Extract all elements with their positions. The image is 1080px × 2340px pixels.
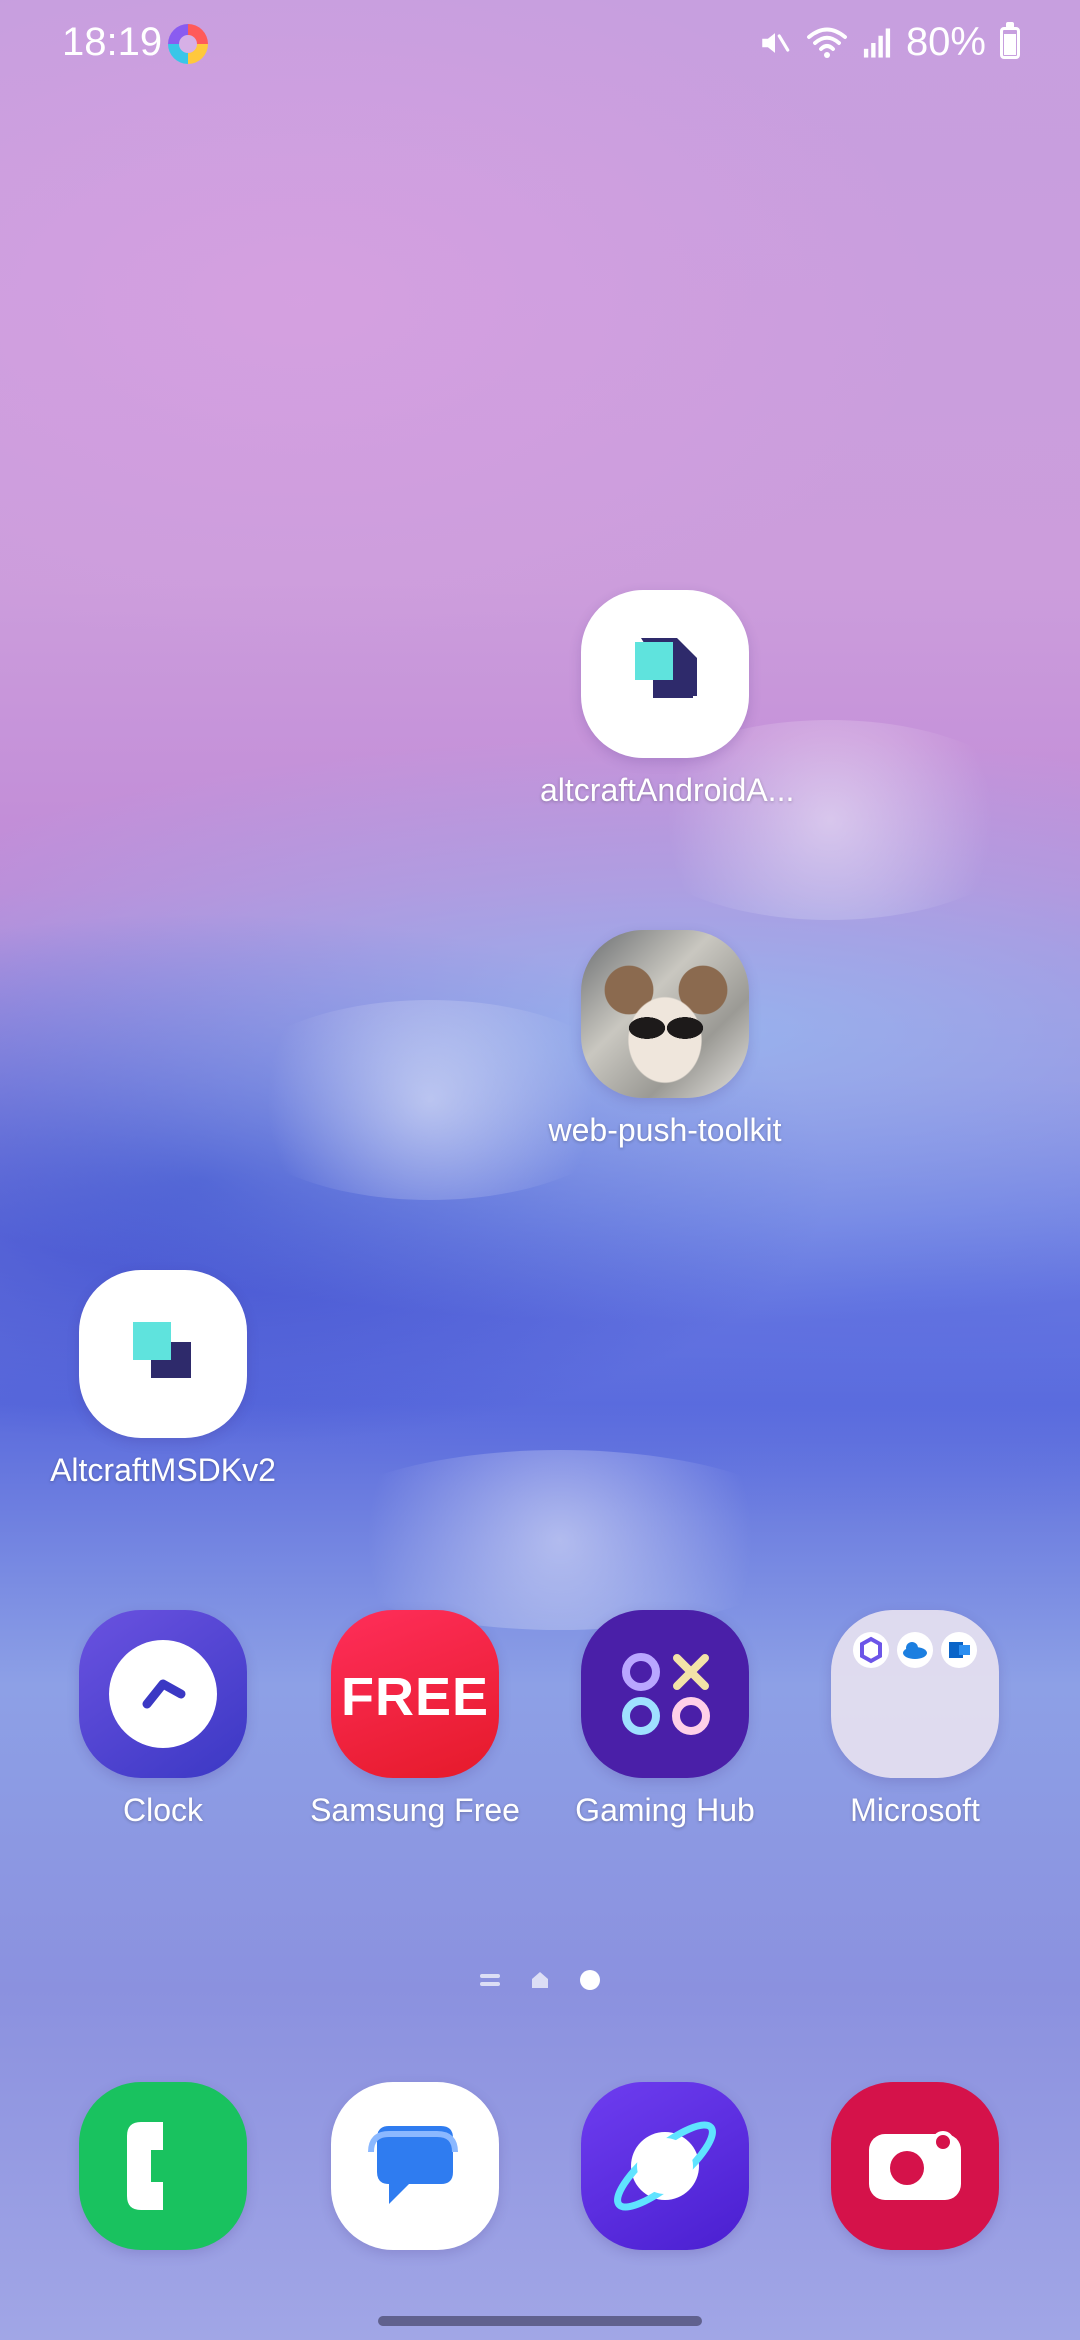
dock-phone[interactable] (38, 2082, 288, 2250)
outlook-mini-icon (941, 1632, 977, 1668)
status-bar: 18:19 80% (0, 0, 1080, 90)
dock-messages[interactable] (290, 2082, 540, 2250)
camera-icon (831, 2082, 999, 2250)
app-web-push-toolkit[interactable]: web-push-toolkit (540, 930, 790, 1149)
messages-icon (331, 2082, 499, 2250)
app-label: web-push-toolkit (548, 1112, 782, 1148)
folder-icon (831, 1610, 999, 1778)
altcraft-icon (79, 1270, 247, 1438)
clock-icon (79, 1610, 247, 1778)
free-text: FREE (340, 1667, 490, 1727)
folder-microsoft[interactable]: Microsoft (790, 1610, 1040, 1829)
status-right: 80% (758, 20, 1020, 65)
onedrive-mini-icon (897, 1632, 933, 1668)
dock-camera[interactable] (790, 2082, 1040, 2250)
copilot-mini-icon (853, 1632, 889, 1668)
gesture-home-bar[interactable] (378, 2316, 702, 2326)
app-label: Microsoft (850, 1792, 980, 1828)
mute-icon (762, 32, 790, 53)
gaming-hub-icon (581, 1610, 749, 1778)
app-label: altcraftAndroidA... (540, 772, 795, 808)
app-label: AltcraftMSDKv2 (50, 1452, 276, 1488)
battery-icon (1000, 21, 1020, 59)
phone-icon (79, 2082, 247, 2250)
app-samsung-free[interactable]: FREE Samsung Free (290, 1610, 540, 1829)
wallpaper-sparkle (300, 1450, 820, 1630)
cat-photo-icon (581, 930, 749, 1098)
app-gaming-hub[interactable]: Gaming Hub (540, 1610, 790, 1829)
wifi-icon (806, 27, 847, 58)
internet-icon (581, 2082, 749, 2250)
app-clock[interactable]: Clock (38, 1610, 288, 1829)
signal-icon (863, 27, 891, 58)
app-label: Samsung Free (310, 1792, 520, 1828)
samsung-free-icon: FREE (331, 1610, 499, 1778)
app-altcraft-android[interactable]: altcraftAndroidA... (540, 590, 795, 809)
altcraft-icon (581, 590, 749, 758)
status-time: 18:19 (62, 20, 163, 64)
page-indicator[interactable] (0, 1970, 1080, 1990)
battery-percent: 80% (905, 20, 986, 64)
assistant-app-icon (168, 24, 208, 64)
home-page-icon (532, 1972, 548, 1988)
app-label: Gaming Hub (575, 1792, 755, 1828)
dock-internet[interactable] (540, 2082, 790, 2250)
app-altcraft-msdk[interactable]: AltcraftMSDKv2 (38, 1270, 288, 1489)
app-label: Clock (122, 1792, 203, 1828)
page-list-indicator (480, 1972, 500, 1988)
current-page-dot (580, 1970, 600, 1990)
